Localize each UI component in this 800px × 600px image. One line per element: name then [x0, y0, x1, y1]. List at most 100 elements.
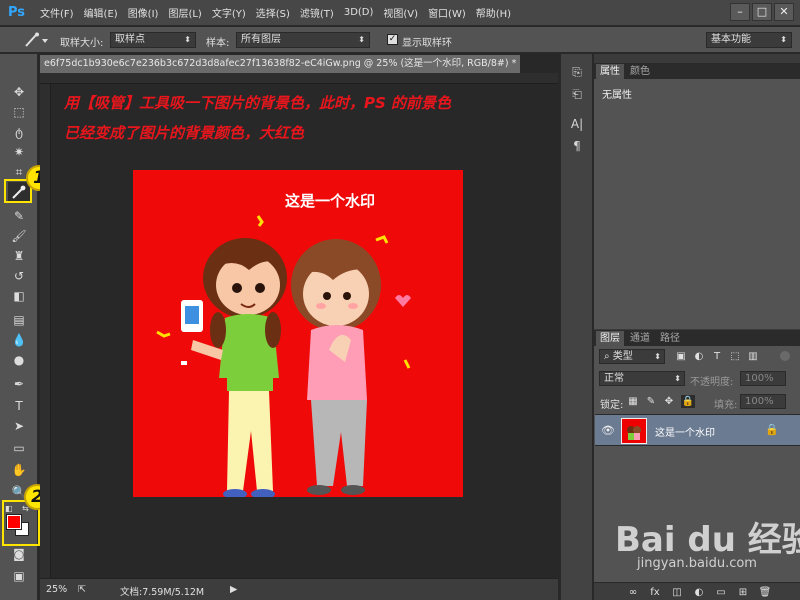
menu-view[interactable]: 视图(V) [383, 5, 418, 20]
new-layer-icon[interactable]: ⊞ [736, 586, 750, 599]
layer-filter-select[interactable]: ⌕ 类型 ⬍ [599, 349, 665, 364]
filter-pixel-icon[interactable]: ▣ [674, 350, 688, 363]
document-tab[interactable]: e6f75dc1b930e6c7e236b3c672d3d8afec27f136… [40, 55, 520, 73]
filter-smart-icon[interactable]: ▥ [746, 350, 760, 363]
baidu-jingyan-logo: Bai du 经验 [615, 520, 800, 560]
lock-all-icon[interactable]: 🔒 [681, 395, 695, 408]
trash-icon[interactable]: 🗑 [758, 586, 772, 599]
opacity-value: 100% [745, 373, 774, 384]
group-icon[interactable]: ▭ [714, 586, 728, 599]
history-brush-icon[interactable]: ↺ [8, 266, 30, 286]
menu-image[interactable]: 图像(I) [128, 5, 159, 20]
gradient-icon[interactable]: ▤ [8, 310, 30, 330]
tool-preset-eyedropper-icon[interactable] [22, 31, 50, 49]
tab-layers[interactable]: 图层 [596, 331, 624, 346]
dodge-icon[interactable]: ● [8, 350, 30, 370]
lock-position-icon[interactable]: ✥ [662, 395, 676, 408]
maximize-button[interactable]: □ [752, 3, 772, 21]
instruction-text-line2: 已经变成了图片的背景颜色，大红色 [64, 124, 305, 142]
marquee-icon[interactable]: ⬚ [8, 102, 30, 122]
opacity-input[interactable]: 100% [740, 371, 786, 386]
menu-3d[interactable]: 3D(D) [344, 7, 374, 18]
vertical-ruler[interactable] [40, 84, 51, 578]
magic-wand-icon[interactable]: ✷ [8, 142, 30, 162]
menu-edit[interactable]: 编辑(E) [84, 5, 118, 20]
horizontal-ruler[interactable] [40, 73, 558, 84]
instruction-text-line1: 用【吸管】工具吸一下图片的背景色，此时，PS 的前景色 [64, 94, 452, 112]
layers-footer: ∞ fx ◫ ◐ ▭ ⊞ 🗑 [594, 582, 800, 600]
adjustment-icon[interactable]: ◐ [692, 586, 706, 599]
zoom-level[interactable]: 25% [46, 584, 67, 595]
caret-icon: ⬍ [674, 374, 681, 383]
layer-row[interactable]: 👁 这是一个水印 🔒 [595, 414, 800, 446]
lock-pixels-icon[interactable]: ✎ [644, 395, 658, 408]
actions-panel-icon[interactable]: ⎗ [567, 84, 587, 104]
brush-icon[interactable]: 🖌 [8, 226, 30, 246]
opacity-label: 不透明度: [690, 377, 734, 388]
tab-channels[interactable]: 通道 [626, 331, 654, 346]
menu-select[interactable]: 选择(S) [256, 5, 290, 20]
layer-name[interactable]: 这是一个水印 [655, 424, 715, 439]
tab-paths[interactable]: 路径 [656, 331, 684, 346]
close-button[interactable]: ✕ [774, 3, 794, 21]
hand-icon[interactable]: ✋ [8, 460, 30, 480]
blend-mode-value: 正常 [604, 373, 624, 384]
quick-mask-icon[interactable]: ◙ [8, 544, 30, 564]
filter-type-icon[interactable]: T [710, 350, 724, 363]
show-ring-label: 显示取样环 [402, 38, 452, 49]
fill-label: 填充: [714, 400, 738, 411]
show-ring-checkbox[interactable]: ✓ [387, 34, 398, 45]
eye-icon[interactable]: 👁 [601, 424, 615, 437]
properties-content: 无属性 [602, 90, 632, 101]
canvas-area[interactable]: 用【吸管】工具吸一下图片的背景色，此时，PS 的前景色 已经变成了图片的背景颜色… [51, 84, 558, 578]
eraser-icon[interactable]: ◧ [8, 286, 30, 306]
filter-toggle-icon[interactable] [780, 351, 790, 361]
fx-icon[interactable]: fx [648, 586, 662, 599]
shape-icon[interactable]: ▭ [8, 438, 30, 458]
menu-window[interactable]: 窗口(W) [428, 5, 466, 20]
menu-file[interactable]: 文件(F) [40, 5, 74, 20]
clone-stamp-icon[interactable]: ♜ [8, 246, 30, 266]
sample-size-label: 取样大小: [60, 38, 104, 49]
lock-transparent-icon[interactable]: ▦ [626, 395, 640, 408]
fill-input[interactable]: 100% [740, 394, 786, 409]
type-icon[interactable]: T [8, 396, 30, 416]
menu-layer[interactable]: 图层(L) [168, 5, 201, 20]
sample-size-value: 取样点 [115, 34, 145, 45]
document-image[interactable]: 这是一个水印 [133, 170, 463, 497]
workspace-select[interactable]: 基本功能 ⬍ [706, 32, 792, 48]
tab-color[interactable]: 颜色 [626, 64, 654, 79]
sample-size-select[interactable]: 取样点 ⬍ [110, 32, 196, 48]
history-panel-icon[interactable]: ⎘ [567, 62, 587, 82]
share-icon[interactable]: ⇱ [78, 584, 86, 595]
properties-tabs: 属性 颜色 [594, 63, 800, 79]
screen-mode-icon[interactable]: ▣ [8, 566, 30, 586]
lasso-icon[interactable]: ტ [8, 122, 30, 142]
sample-select[interactable]: 所有图层 ⬍ [236, 32, 370, 48]
menu-help[interactable]: 帮助(H) [476, 5, 511, 20]
pen-icon[interactable]: ✒ [8, 374, 30, 394]
tab-properties[interactable]: 属性 [596, 64, 624, 79]
filter-adjustment-icon[interactable]: ◐ [692, 350, 706, 363]
healing-brush-icon[interactable]: ✎ [8, 206, 30, 226]
document-size: 文档:7.59M/5.12M [120, 587, 205, 598]
status-bar: 25% ⇱ 文档:7.59M/5.12M ▶ [40, 578, 558, 600]
move-icon[interactable]: ✥ [8, 82, 30, 102]
paragraph-panel-icon[interactable]: ¶ [567, 136, 587, 156]
menu-bar: Ps 文件(F) 编辑(E) 图像(I) 图层(L) 文字(Y) 选择(S) 滤… [0, 0, 800, 26]
filter-shape-icon[interactable]: ⬚ [728, 350, 742, 363]
blend-mode-select[interactable]: 正常 ⬍ [599, 371, 685, 386]
link-icon[interactable]: ∞ [626, 586, 640, 599]
blur-icon[interactable]: 💧 [8, 330, 30, 350]
character-panel-icon[interactable]: A| [567, 114, 587, 134]
path-selection-icon[interactable]: ➤ [8, 416, 30, 436]
caret-icon: ⬍ [780, 35, 787, 44]
sample-label: 样本: [206, 38, 230, 49]
sample-value: 所有图层 [241, 34, 281, 45]
minimize-button[interactable]: – [730, 3, 750, 21]
menu-type[interactable]: 文字(Y) [212, 5, 246, 20]
status-arrow-icon[interactable]: ▶ [230, 584, 237, 595]
mask-icon[interactable]: ◫ [670, 586, 684, 599]
document-title: e6f75dc1b930e6c7e236b3c672d3d8afec27f136… [44, 58, 517, 69]
menu-filter[interactable]: 滤镜(T) [300, 5, 334, 20]
